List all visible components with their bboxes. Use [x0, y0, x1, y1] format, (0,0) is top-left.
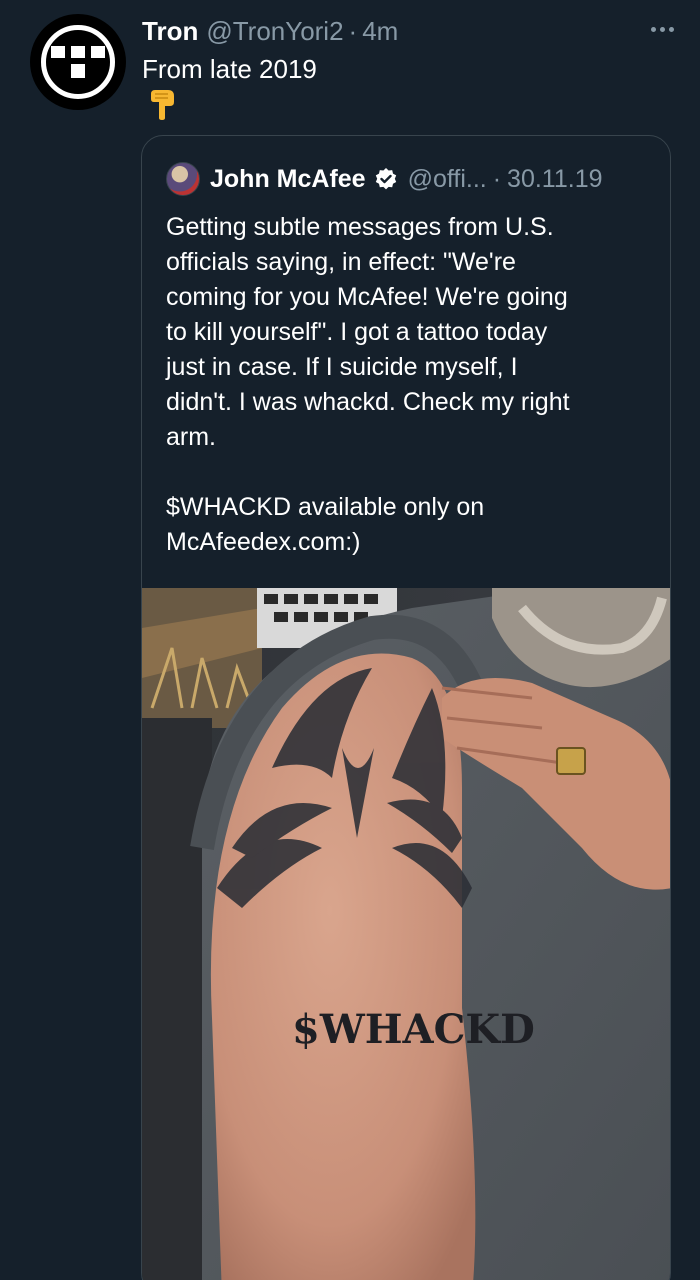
more-options-icon[interactable]: [651, 14, 674, 44]
tattoo-text: $WHACKD: [292, 1006, 535, 1053]
quoted-tweet[interactable]: John McAfee @offi... · 30.11.19 Getting …: [141, 135, 671, 1280]
tweet[interactable]: Tron @TronYori2 · 4m From late 2019 John…: [0, 0, 700, 1280]
quoted-tweet-header: John McAfee @offi... · 30.11.19: [166, 162, 650, 196]
separator-dot: ·: [492, 164, 502, 193]
mcafee-avatar: [166, 162, 200, 196]
tweet-text: From late 2019: [142, 54, 317, 84]
quoted-tweet-text: Getting subtle messages from U.S. offici…: [166, 213, 570, 556]
quoted-tweet-date: 30.11.19: [507, 164, 603, 193]
tweet-header: Tron @TronYori2 · 4m: [142, 14, 680, 48]
tattoo-photo[interactable]: $WHACKD: [142, 588, 670, 1280]
tron-logo-icon: [41, 25, 115, 99]
quoted-author-handle: @offi...: [407, 164, 487, 193]
pointing-down-hand-icon: [151, 90, 174, 120]
verified-badge-icon: [375, 168, 396, 190]
author-name[interactable]: Tron: [142, 16, 198, 47]
author-handle[interactable]: @TronYori2: [206, 16, 343, 47]
separator-dot: ·: [348, 15, 358, 46]
tweet-time[interactable]: 4m: [362, 16, 398, 47]
quoted-author-name: John McAfee: [210, 164, 366, 193]
tron-avatar[interactable]: [30, 14, 126, 110]
